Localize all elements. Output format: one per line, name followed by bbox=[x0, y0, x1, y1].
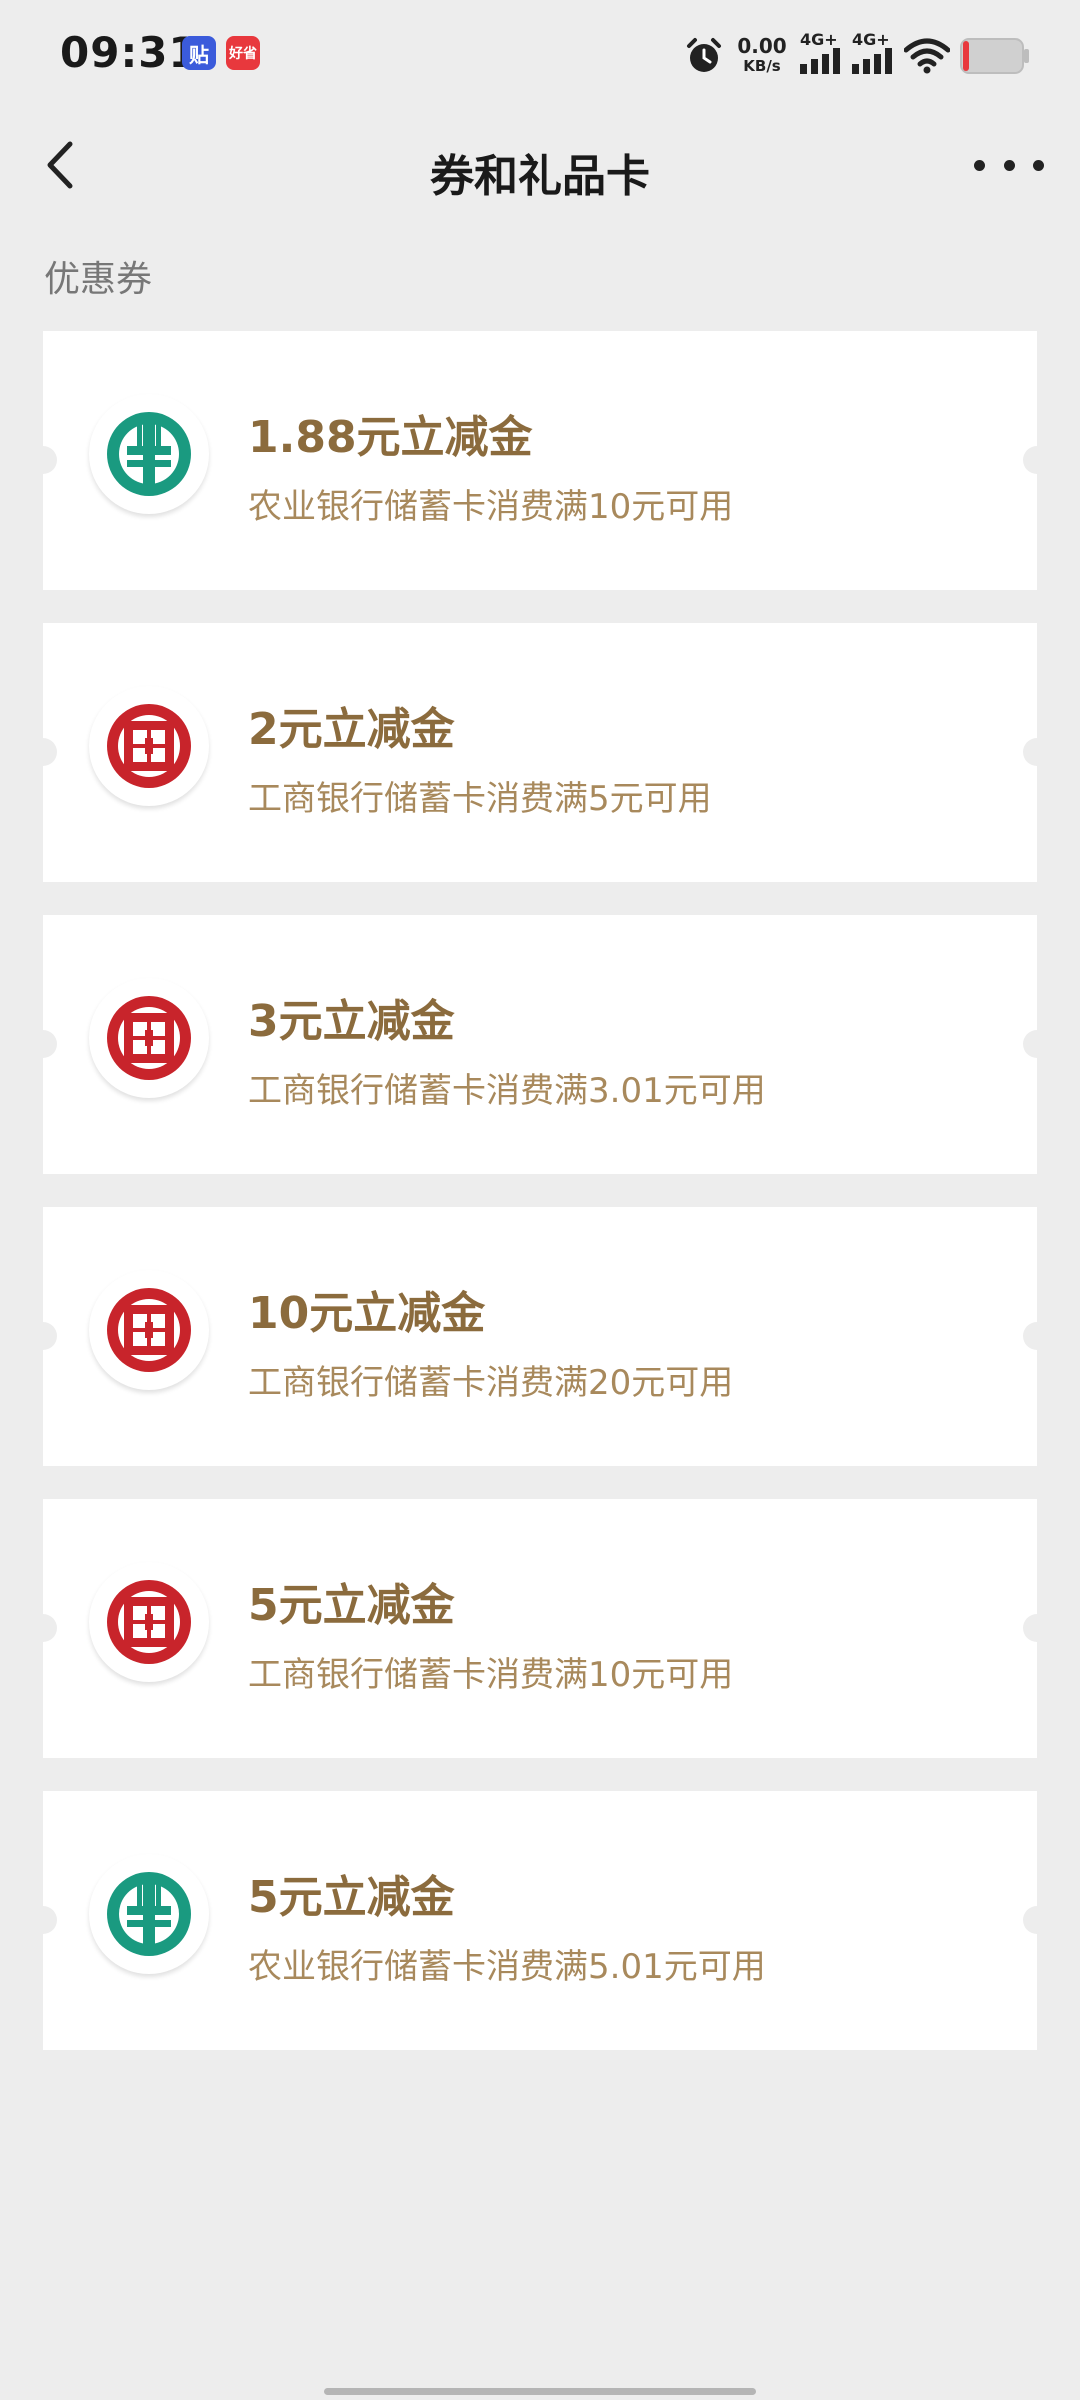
coupon-card[interactable]: 1.88元立减金 农业银行储蓄卡消费满10元可用 bbox=[43, 331, 1037, 590]
ticket-notch bbox=[1023, 1906, 1037, 1934]
network-type-label: 4G+ bbox=[852, 30, 890, 49]
section-label-coupons: 优惠券 bbox=[44, 259, 153, 300]
battery-icon bbox=[960, 38, 1029, 74]
abc-bank-logo-icon bbox=[89, 394, 209, 514]
wifi-icon bbox=[904, 38, 950, 74]
ticket-notch bbox=[43, 446, 57, 474]
coupon-title: 5元立减金 bbox=[248, 1872, 455, 1923]
ticket-notch bbox=[43, 738, 57, 766]
coupon-description: 工商银行储蓄卡消费满5元可用 bbox=[248, 779, 712, 819]
signal-icon bbox=[800, 48, 840, 74]
network-type-label: 4G+ bbox=[800, 30, 838, 49]
coupon-title: 1.88元立减金 bbox=[248, 412, 533, 463]
icbc-bank-logo-icon bbox=[89, 1562, 209, 1682]
coupon-card[interactable]: 5元立减金 农业银行储蓄卡消费满5.01元可用 bbox=[43, 1791, 1037, 2050]
coupon-description: 工商银行储蓄卡消费满3.01元可用 bbox=[248, 1071, 766, 1111]
coupon-title: 10元立减金 bbox=[248, 1288, 486, 1339]
coupon-card[interactable]: 2元立减金 工商银行储蓄卡消费满5元可用 bbox=[43, 623, 1037, 882]
tie-app-icon: 贴 bbox=[182, 36, 216, 70]
ticket-notch bbox=[1023, 738, 1037, 766]
ticket-notch bbox=[1023, 1030, 1037, 1058]
nav-header: 券和礼品卡 bbox=[0, 110, 1080, 220]
page-title: 券和礼品卡 bbox=[430, 151, 650, 202]
coupon-card[interactable]: 5元立减金 工商银行储蓄卡消费满10元可用 bbox=[43, 1499, 1037, 1758]
coupon-card[interactable]: 3元立减金 工商银行储蓄卡消费满3.01元可用 bbox=[43, 915, 1037, 1174]
coupon-description: 工商银行储蓄卡消费满10元可用 bbox=[248, 1655, 734, 1695]
more-dot bbox=[1003, 159, 1015, 171]
coupon-title: 3元立减金 bbox=[248, 996, 455, 1047]
icbc-bank-logo-icon bbox=[89, 686, 209, 806]
ticket-notch bbox=[1023, 1614, 1037, 1642]
home-indicator[interactable] bbox=[324, 2388, 756, 2395]
more-dot bbox=[974, 159, 985, 171]
more-dot bbox=[1033, 159, 1044, 171]
coupon-description: 农业银行储蓄卡消费满5.01元可用 bbox=[248, 1947, 766, 1987]
icbc-bank-logo-icon bbox=[89, 1270, 209, 1390]
ticket-notch bbox=[43, 1030, 57, 1058]
coupon-title: 2元立减金 bbox=[248, 704, 455, 755]
coupon-description: 工商银行储蓄卡消费满20元可用 bbox=[248, 1363, 734, 1403]
abc-bank-logo-icon bbox=[89, 1854, 209, 1974]
coupon-title: 5元立减金 bbox=[248, 1580, 455, 1631]
coupon-card[interactable]: 10元立减金 工商银行储蓄卡消费满20元可用 bbox=[43, 1207, 1037, 1466]
ticket-notch bbox=[1023, 446, 1037, 474]
network-speed: 0.00 KB/s bbox=[737, 34, 787, 75]
ticket-notch bbox=[1023, 1322, 1037, 1350]
status-icons: 0.00 KB/s 4G+ 4G+ bbox=[580, 0, 1080, 110]
icbc-bank-logo-icon bbox=[89, 978, 209, 1098]
status-bar: 09:31 贴 好省 0.00 KB/s 4G+ 4G+ bbox=[0, 0, 1080, 110]
haosheng-app-icon: 好省 bbox=[226, 36, 260, 70]
ticket-notch bbox=[43, 1322, 57, 1350]
status-time: 09:31 bbox=[60, 28, 199, 77]
alarm-icon bbox=[687, 38, 721, 72]
more-options-button[interactable] bbox=[974, 142, 1044, 188]
coupon-description: 农业银行储蓄卡消费满10元可用 bbox=[248, 487, 734, 527]
signal-icon bbox=[852, 48, 892, 74]
ticket-notch bbox=[43, 1614, 57, 1642]
coupon-list: 1.88元立减金 农业银行储蓄卡消费满10元可用 2元立减金 工商银行储蓄卡消费… bbox=[43, 331, 1037, 2083]
ticket-notch bbox=[43, 1906, 57, 1934]
